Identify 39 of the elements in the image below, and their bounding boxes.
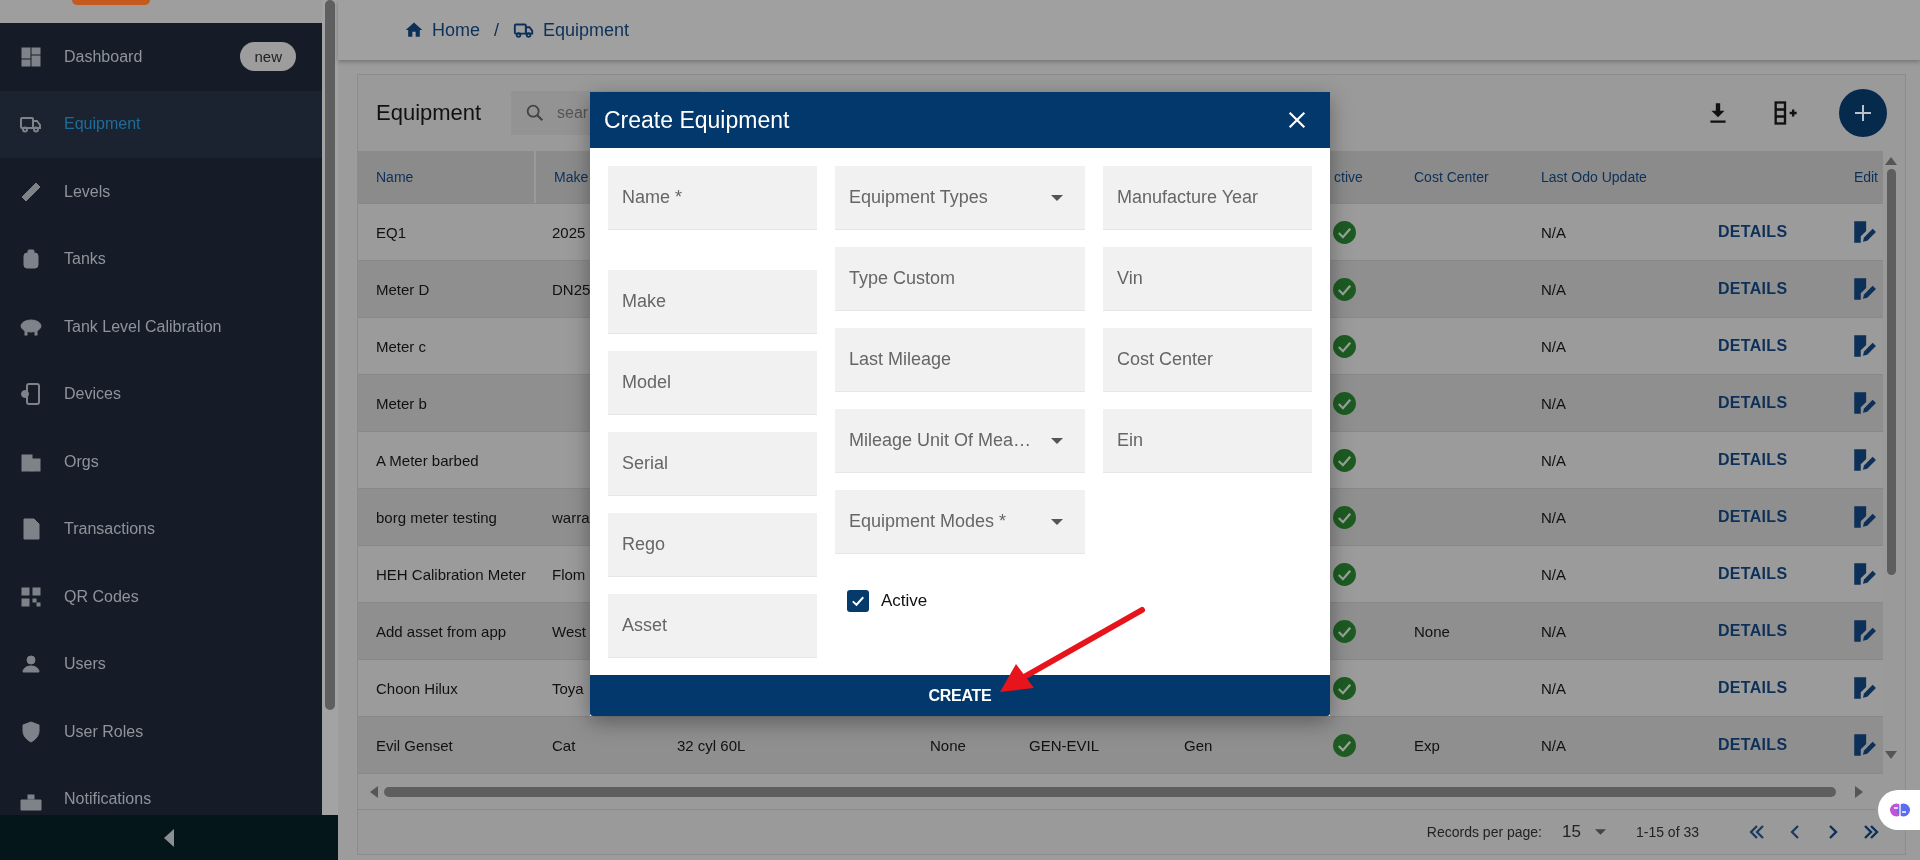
table-cell: Choon Hilux <box>376 679 458 697</box>
table-cell: HEH Calibration Meter <box>376 565 527 583</box>
table-cell: warra <box>552 508 590 526</box>
new-badge: new <box>240 42 296 72</box>
table-cell: Meter b <box>376 394 427 412</box>
table-cell: Meter D <box>376 280 430 298</box>
table-cell: N/A <box>1541 394 1566 412</box>
table-cell: Meter c <box>376 337 426 355</box>
table-cell: EQ1 <box>376 223 406 241</box>
table-cell: N/A <box>1541 679 1566 697</box>
table-cell: DN25 <box>552 280 591 298</box>
checkbox-label: Active <box>881 591 928 611</box>
table-cell: Flom <box>552 565 586 583</box>
table-cell: N/A <box>1541 280 1566 298</box>
table-cell: None <box>930 736 966 754</box>
table-cell: 2025 <box>552 223 586 241</box>
table-cell: N/A <box>1541 223 1566 241</box>
table-cell: N/A <box>1541 337 1566 355</box>
table-cell: A Meter barbed <box>376 451 479 469</box>
table-cell: N/A <box>1541 565 1566 583</box>
breadcrumb-separator: / <box>494 19 500 41</box>
table-cell: None <box>1414 622 1450 640</box>
table-cell: West <box>552 622 586 640</box>
table-cell: borg meter testing <box>376 508 497 526</box>
table-cell: N/A <box>1541 451 1566 469</box>
table-cell: N/A <box>1541 622 1566 640</box>
table-cell: 32 cyl 60L <box>677 736 746 754</box>
table-cell: N/A <box>1541 508 1566 526</box>
table-cell: Add asset from app <box>376 622 507 640</box>
table-cell: GEN-EVIL <box>1029 736 1100 754</box>
table-cell: Evil Genset <box>376 736 453 754</box>
table-cell: Exp <box>1414 736 1440 754</box>
page-range: 1-15 of 33 <box>1635 824 1699 840</box>
records-per-page-label: Records per page: <box>1426 824 1542 840</box>
table-cell: Cat <box>552 736 576 754</box>
table-cell: Toya <box>552 679 584 697</box>
card-title: Equipment <box>376 100 483 126</box>
table-cell: Gen <box>1184 736 1213 754</box>
table-cell: N/A <box>1541 736 1566 754</box>
